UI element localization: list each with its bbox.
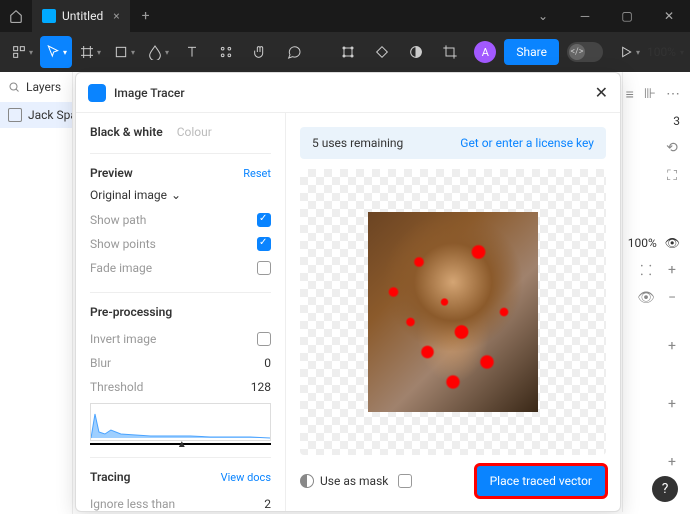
eye-icon[interactable]: 👁	[638, 290, 654, 306]
preview-panel: 5 uses remaining Get or enter a license …	[286, 113, 620, 511]
maximize-icon[interactable]: ▢	[606, 0, 648, 32]
show-points-checkbox[interactable]	[257, 237, 271, 251]
properties-panel: ≡ ⊪ ⋯ 3 ⟲ ⛶ 100% 👁 ⸬ + 👁 − + + +	[622, 72, 690, 512]
tab-colour[interactable]: Colour	[177, 125, 212, 139]
crop-tool[interactable]	[434, 36, 466, 68]
expand-icon[interactable]: ⛶	[664, 168, 680, 184]
comment-tool[interactable]	[278, 36, 310, 68]
license-link[interactable]: Get or enter a license key	[460, 136, 594, 150]
show-path-checkbox[interactable]	[257, 213, 271, 227]
image-layer-icon	[8, 108, 22, 122]
minimize-icon[interactable]: ─	[564, 0, 606, 32]
fade-image-checkbox[interactable]	[257, 261, 271, 275]
shape-tool[interactable]: ▾	[108, 36, 140, 68]
mask-icon	[300, 474, 314, 488]
threshold-value[interactable]: 128	[251, 380, 271, 394]
grid-icon[interactable]: ⸬	[638, 262, 654, 278]
layer-item[interactable]: Jack Spa	[0, 102, 72, 128]
image-tracer-dialog: Image Tracer ✕ Black & white Colour Prev…	[75, 72, 621, 512]
avatar[interactable]: A	[474, 41, 496, 63]
use-as-mask-option: Use as mask	[300, 474, 412, 488]
share-button[interactable]: Share	[504, 39, 559, 65]
plus-icon[interactable]: +	[664, 338, 680, 354]
diamond-tool[interactable]	[366, 36, 398, 68]
align-h-icon[interactable]: ≡	[626, 86, 634, 102]
tab-title: Untitled	[62, 9, 103, 23]
original-image-dropdown[interactable]: Original image⌄	[90, 188, 271, 202]
text-tool[interactable]	[176, 36, 208, 68]
ignore-value[interactable]: 2	[264, 497, 271, 511]
dialog-title: Image Tracer	[114, 86, 595, 100]
place-traced-vector-button[interactable]: Place traced vector	[476, 465, 606, 497]
rotate-icon[interactable]: ⟲	[664, 140, 680, 156]
pen-tool[interactable]: ▾	[142, 36, 174, 68]
hand-tool[interactable]	[244, 36, 276, 68]
tracer-icon	[88, 84, 106, 102]
license-banner: 5 uses remaining Get or enter a license …	[300, 127, 606, 159]
use-as-mask-checkbox[interactable]	[398, 474, 412, 488]
mode-tabs: Black & white Colour	[90, 125, 271, 139]
toolbar: ▾ ▾ ▾ ▾ ▾ A Share </> ▾ 100%▾	[0, 32, 690, 72]
chevron-down-icon[interactable]: ⌄	[522, 0, 564, 32]
preview-canvas[interactable]	[300, 169, 606, 455]
opacity-row: 100% 👁	[627, 230, 686, 256]
close-dialog-icon[interactable]: ✕	[595, 83, 608, 102]
plus-icon[interactable]: +	[664, 454, 680, 470]
frame-tool[interactable]: ▾	[74, 36, 106, 68]
dev-mode-toggle[interactable]: </>	[567, 42, 603, 62]
align-v-icon[interactable]: ⊪	[644, 86, 656, 102]
preview-heading: Preview	[90, 166, 133, 180]
close-icon[interactable]: ✕	[648, 0, 690, 32]
contrast-tool[interactable]	[400, 36, 432, 68]
window-controls: ⌄ ─ ▢ ✕	[522, 0, 690, 32]
view-docs-link[interactable]: View docs	[221, 471, 271, 484]
play-button[interactable]: ▾	[613, 36, 645, 68]
components-tool[interactable]	[210, 36, 242, 68]
settings-panel: Black & white Colour Preview Reset Origi…	[76, 113, 286, 511]
transform-tool[interactable]	[332, 36, 364, 68]
more-icon[interactable]: ⋯	[666, 86, 680, 102]
invert-checkbox[interactable]	[257, 332, 271, 346]
histogram[interactable]	[90, 403, 271, 441]
reset-button[interactable]: Reset	[243, 167, 271, 180]
tab-bw[interactable]: Black & white	[90, 125, 163, 139]
preprocessing-heading: Pre-processing	[90, 305, 172, 319]
home-icon[interactable]	[0, 9, 32, 23]
move-tool[interactable]: ▾	[40, 36, 72, 68]
value-row: 3	[627, 108, 686, 134]
close-tab-icon[interactable]: ×	[113, 9, 119, 23]
traced-image-preview	[368, 212, 538, 412]
layers-panel: Layers Jack Spa	[0, 72, 73, 514]
zoom-level[interactable]: 100%▾	[647, 45, 684, 59]
minus-icon[interactable]: −	[664, 290, 680, 306]
layers-header[interactable]: Layers	[0, 72, 72, 102]
help-button[interactable]: ?	[652, 476, 678, 502]
menu-tool[interactable]: ▾	[6, 36, 38, 68]
new-tab-button[interactable]: +	[130, 8, 162, 24]
blur-value[interactable]: 0	[264, 356, 271, 370]
threshold-slider[interactable]: ▲	[90, 443, 271, 445]
uses-remaining: 5 uses remaining	[312, 136, 403, 150]
plus-icon[interactable]: +	[664, 262, 680, 278]
titlebar: Untitled × + ⌄ ─ ▢ ✕	[0, 0, 690, 32]
plus-icon[interactable]: +	[664, 396, 680, 412]
tab-icon	[42, 9, 56, 23]
tracing-heading: Tracing	[90, 470, 130, 484]
document-tab[interactable]: Untitled ×	[32, 0, 130, 32]
eye-icon[interactable]: 👁	[665, 236, 680, 250]
